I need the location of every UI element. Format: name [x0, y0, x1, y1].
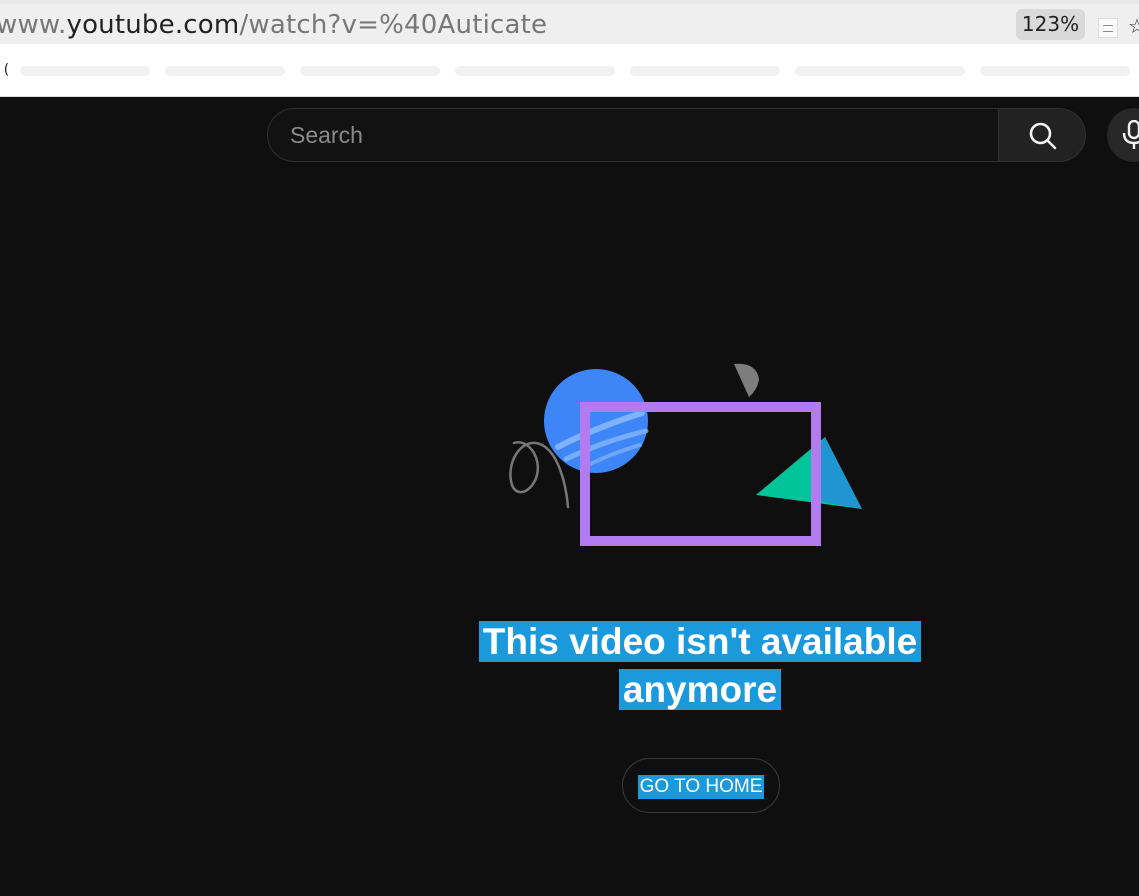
- bookmarks-bar: (: [0, 44, 1139, 97]
- bookmark-item[interactable]: [300, 66, 440, 76]
- search-input[interactable]: [290, 109, 980, 161]
- message-line-1: This video isn't available: [478, 621, 922, 662]
- bookmark-item[interactable]: [980, 66, 1130, 76]
- bookmark-glyph: (: [2, 62, 11, 78]
- video-unavailable-illustration: [509, 363, 862, 546]
- url-host: youtube.com: [66, 10, 240, 40]
- go-to-home-button[interactable]: GO TO HOME: [622, 758, 780, 813]
- search-button[interactable]: [998, 108, 1086, 162]
- bookmark-item[interactable]: [165, 66, 285, 76]
- search-icon: [1029, 122, 1057, 150]
- message-line-2: anymore: [618, 669, 782, 710]
- url-text[interactable]: www.youtube.com/watch?v=%40Auticate: [0, 10, 547, 40]
- voice-search-button[interactable]: [1107, 108, 1139, 162]
- unavailable-message: This video isn't available anymore: [440, 618, 960, 714]
- address-bar[interactable]: www.youtube.com/watch?v=%40Auticate 123%…: [0, 4, 1139, 44]
- search-box: [267, 108, 999, 162]
- url-path: /watch?v=%40Auticate: [239, 10, 548, 40]
- browser-chrome: www.youtube.com/watch?v=%40Auticate 123%…: [0, 0, 1139, 97]
- blue-planet-shape: [544, 369, 648, 473]
- mic-icon: [1122, 120, 1139, 149]
- bookmark-item[interactable]: [20, 66, 150, 76]
- bookmark-item[interactable]: [630, 66, 780, 76]
- url-prefix: www.: [0, 10, 67, 40]
- zoom-level-badge[interactable]: 123%: [1016, 9, 1085, 40]
- bookmark-item[interactable]: [795, 66, 965, 76]
- bookmark-item[interactable]: [455, 66, 615, 76]
- grey-drop-shape: [734, 363, 759, 397]
- go-to-home-label: GO TO HOME: [637, 775, 765, 799]
- star-icon[interactable]: ☆: [1128, 16, 1139, 36]
- extension-icon[interactable]: [1098, 18, 1118, 38]
